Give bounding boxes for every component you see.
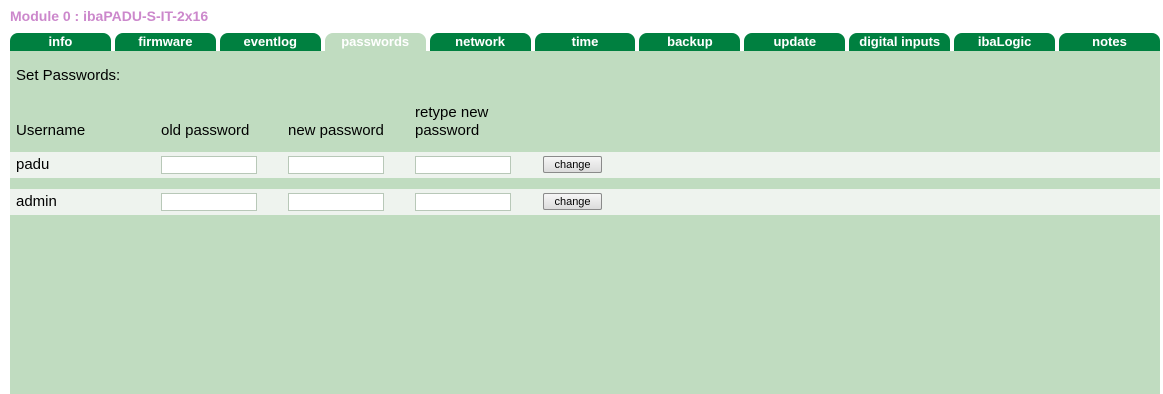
- column-header-username: Username: [16, 122, 86, 139]
- set-passwords-heading: Set Passwords:: [16, 67, 121, 84]
- module-title: Module 0 : ibaPADU-S-IT-2x16: [10, 8, 209, 24]
- retype-password-field[interactable]: [415, 156, 511, 174]
- column-header-new-password: new password: [288, 122, 384, 139]
- username-cell: admin: [16, 193, 57, 210]
- tab-network[interactable]: network: [429, 33, 531, 51]
- old-password-field[interactable]: [161, 156, 257, 174]
- tab-backup[interactable]: backup: [639, 33, 741, 51]
- new-password-field[interactable]: [288, 156, 384, 174]
- passwords-panel: Set Passwords: Username old password new…: [10, 51, 1160, 394]
- old-password-field[interactable]: [161, 193, 257, 211]
- column-header-old-password: old password: [161, 122, 250, 139]
- column-header-retype-line1: retype new: [415, 104, 489, 121]
- tab-ibalogic[interactable]: ibaLogic: [954, 33, 1056, 51]
- tab-passwords[interactable]: passwords: [324, 33, 426, 51]
- change-button[interactable]: change: [543, 156, 602, 173]
- change-button[interactable]: change: [543, 193, 602, 210]
- column-header-retype-line2: password: [415, 122, 480, 139]
- tab-time[interactable]: time: [534, 33, 636, 51]
- column-header-retype-password: retype new password: [415, 104, 488, 140]
- tab-notes[interactable]: notes: [1059, 33, 1160, 51]
- tab-eventlog[interactable]: eventlog: [219, 33, 321, 51]
- table-row: admin change: [10, 189, 1160, 215]
- tab-update[interactable]: update: [744, 33, 846, 51]
- retype-password-field[interactable]: [415, 193, 511, 211]
- new-password-field[interactable]: [288, 193, 384, 211]
- tab-digital-inputs[interactable]: digital inputs: [849, 33, 951, 51]
- tab-info[interactable]: info: [10, 33, 111, 51]
- username-cell: padu: [16, 156, 50, 173]
- tab-bar: info firmware eventlog passwords network…: [10, 33, 1160, 51]
- table-row: padu change: [10, 152, 1160, 178]
- tab-firmware[interactable]: firmware: [114, 33, 216, 51]
